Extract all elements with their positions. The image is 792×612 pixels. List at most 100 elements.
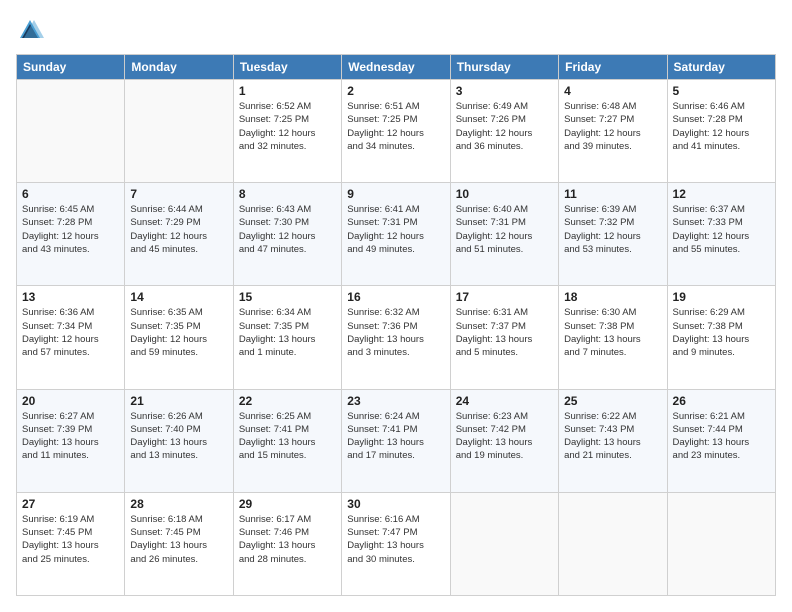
calendar-table: SundayMondayTuesdayWednesdayThursdayFrid… [16,54,776,596]
calendar-cell: 17Sunrise: 6:31 AM Sunset: 7:37 PM Dayli… [450,286,558,389]
calendar-cell: 29Sunrise: 6:17 AM Sunset: 7:46 PM Dayli… [233,492,341,595]
day-info: Sunrise: 6:21 AM Sunset: 7:44 PM Dayligh… [673,410,770,463]
weekday-header-monday: Monday [125,55,233,80]
calendar-cell: 1Sunrise: 6:52 AM Sunset: 7:25 PM Daylig… [233,80,341,183]
calendar-cell: 2Sunrise: 6:51 AM Sunset: 7:25 PM Daylig… [342,80,450,183]
day-number: 28 [130,497,227,511]
calendar-cell [125,80,233,183]
day-info: Sunrise: 6:34 AM Sunset: 7:35 PM Dayligh… [239,306,336,359]
day-info: Sunrise: 6:25 AM Sunset: 7:41 PM Dayligh… [239,410,336,463]
weekday-header-thursday: Thursday [450,55,558,80]
day-number: 14 [130,290,227,304]
day-info: Sunrise: 6:51 AM Sunset: 7:25 PM Dayligh… [347,100,444,153]
calendar-week-row: 13 Sunrise: 6:36 AM Sunset: 7:34 PM Dayli… [17,286,776,389]
day-number: 25 [564,394,661,408]
day-number: 8 [239,187,336,201]
day-number: 3 [456,84,553,98]
day-info: Sunrise: 6:36 AM Sunset: 7:34 PM Dayligh… [22,306,119,359]
calendar-cell: 20 Sunrise: 6:27 AM Sunset: 7:39 PM Dayli… [17,389,125,492]
calendar-week-row: 6 Sunrise: 6:45 AM Sunset: 7:28 PM Daylig… [17,183,776,286]
day-number: 18 [564,290,661,304]
day-info: Sunrise: 6:48 AM Sunset: 7:27 PM Dayligh… [564,100,661,153]
calendar-cell: 11 Sunrise: 6:39 AM Sunset: 7:32 PM Dayli… [559,183,667,286]
weekday-header-sunday: Sunday [17,55,125,80]
day-info: Sunrise: 6:40 AM Sunset: 7:31 PM Dayligh… [456,203,553,256]
calendar-cell: 7 Sunrise: 6:44 AM Sunset: 7:29 PM Daylig… [125,183,233,286]
day-info: Sunrise: 6:41 AM Sunset: 7:31 PM Dayligh… [347,203,444,256]
calendar-week-row: 27 Sunrise: 6:19 AM Sunset: 7:45 PM Dayli… [17,492,776,595]
day-info: Sunrise: 6:26 AM Sunset: 7:40 PM Dayligh… [130,410,227,463]
calendar-cell: 30 Sunrise: 6:16 AM Sunset: 7:47 PM Dayli… [342,492,450,595]
weekday-header-tuesday: Tuesday [233,55,341,80]
day-info: Sunrise: 6:32 AM Sunset: 7:36 PM Dayligh… [347,306,444,359]
day-info: Sunrise: 6:45 AM Sunset: 7:28 PM Dayligh… [22,203,119,256]
day-info: Sunrise: 6:16 AM Sunset: 7:47 PM Dayligh… [347,513,444,566]
calendar-cell: 10Sunrise: 6:40 AM Sunset: 7:31 PM Dayli… [450,183,558,286]
day-info: Sunrise: 6:27 AM Sunset: 7:39 PM Dayligh… [22,410,119,463]
day-info: Sunrise: 6:17 AM Sunset: 7:46 PM Dayligh… [239,513,336,566]
calendar-cell: 14Sunrise: 6:35 AM Sunset: 7:35 PM Dayli… [125,286,233,389]
weekday-header-saturday: Saturday [667,55,775,80]
day-info: Sunrise: 6:43 AM Sunset: 7:30 PM Dayligh… [239,203,336,256]
calendar-week-row: 1Sunrise: 6:52 AM Sunset: 7:25 PM Daylig… [17,80,776,183]
day-number: 22 [239,394,336,408]
day-number: 19 [673,290,770,304]
day-number: 11 [564,187,661,201]
calendar-cell: 19 Sunrise: 6:29 AM Sunset: 7:38 PM Dayli… [667,286,775,389]
day-number: 9 [347,187,444,201]
day-number: 26 [673,394,770,408]
calendar-cell: 18 Sunrise: 6:30 AM Sunset: 7:38 PM Dayli… [559,286,667,389]
day-number: 27 [22,497,119,511]
calendar-cell: 21 Sunrise: 6:26 AM Sunset: 7:40 PM Dayli… [125,389,233,492]
day-number: 21 [130,394,227,408]
calendar-week-row: 20 Sunrise: 6:27 AM Sunset: 7:39 PM Dayli… [17,389,776,492]
calendar-cell: 9 Sunrise: 6:41 AM Sunset: 7:31 PM Daylig… [342,183,450,286]
day-info: Sunrise: 6:29 AM Sunset: 7:38 PM Dayligh… [673,306,770,359]
calendar-cell: 23 Sunrise: 6:24 AM Sunset: 7:41 PM Dayli… [342,389,450,492]
calendar-cell: 27 Sunrise: 6:19 AM Sunset: 7:45 PM Dayli… [17,492,125,595]
day-info: Sunrise: 6:46 AM Sunset: 7:28 PM Dayligh… [673,100,770,153]
calendar-cell: 6 Sunrise: 6:45 AM Sunset: 7:28 PM Daylig… [17,183,125,286]
day-number: 12 [673,187,770,201]
day-number: 23 [347,394,444,408]
calendar-cell: 4Sunrise: 6:48 AM Sunset: 7:27 PM Daylig… [559,80,667,183]
day-info: Sunrise: 6:30 AM Sunset: 7:38 PM Dayligh… [564,306,661,359]
weekday-header-friday: Friday [559,55,667,80]
calendar-cell: 25 Sunrise: 6:22 AM Sunset: 7:43 PM Dayli… [559,389,667,492]
day-info: Sunrise: 6:24 AM Sunset: 7:41 PM Dayligh… [347,410,444,463]
header [16,16,776,44]
calendar-cell [17,80,125,183]
weekday-header-wednesday: Wednesday [342,55,450,80]
calendar-cell: 22 Sunrise: 6:25 AM Sunset: 7:41 PM Dayli… [233,389,341,492]
day-info: Sunrise: 6:23 AM Sunset: 7:42 PM Dayligh… [456,410,553,463]
calendar-cell [559,492,667,595]
calendar-cell: 26 Sunrise: 6:21 AM Sunset: 7:44 PM Dayli… [667,389,775,492]
day-number: 6 [22,187,119,201]
day-info: Sunrise: 6:49 AM Sunset: 7:26 PM Dayligh… [456,100,553,153]
day-info: Sunrise: 6:18 AM Sunset: 7:45 PM Dayligh… [130,513,227,566]
day-number: 16 [347,290,444,304]
calendar-cell [667,492,775,595]
calendar-cell: 16 Sunrise: 6:32 AM Sunset: 7:36 PM Dayli… [342,286,450,389]
day-info: Sunrise: 6:39 AM Sunset: 7:32 PM Dayligh… [564,203,661,256]
calendar-cell: 12Sunrise: 6:37 AM Sunset: 7:33 PM Dayli… [667,183,775,286]
day-info: Sunrise: 6:44 AM Sunset: 7:29 PM Dayligh… [130,203,227,256]
calendar-cell: 15Sunrise: 6:34 AM Sunset: 7:35 PM Dayli… [233,286,341,389]
calendar-cell: 3 Sunrise: 6:49 AM Sunset: 7:26 PM Daylig… [450,80,558,183]
calendar-cell: 5 Sunrise: 6:46 AM Sunset: 7:28 PM Daylig… [667,80,775,183]
day-info: Sunrise: 6:22 AM Sunset: 7:43 PM Dayligh… [564,410,661,463]
page: SundayMondayTuesdayWednesdayThursdayFrid… [0,0,792,612]
day-number: 13 [22,290,119,304]
logo [16,16,48,44]
calendar-header-row: SundayMondayTuesdayWednesdayThursdayFrid… [17,55,776,80]
day-number: 5 [673,84,770,98]
day-number: 17 [456,290,553,304]
day-number: 30 [347,497,444,511]
logo-icon [16,16,44,44]
day-number: 20 [22,394,119,408]
day-info: Sunrise: 6:19 AM Sunset: 7:45 PM Dayligh… [22,513,119,566]
day-number: 7 [130,187,227,201]
day-info: Sunrise: 6:52 AM Sunset: 7:25 PM Dayligh… [239,100,336,153]
day-number: 24 [456,394,553,408]
calendar-cell: 28 Sunrise: 6:18 AM Sunset: 7:45 PM Dayli… [125,492,233,595]
